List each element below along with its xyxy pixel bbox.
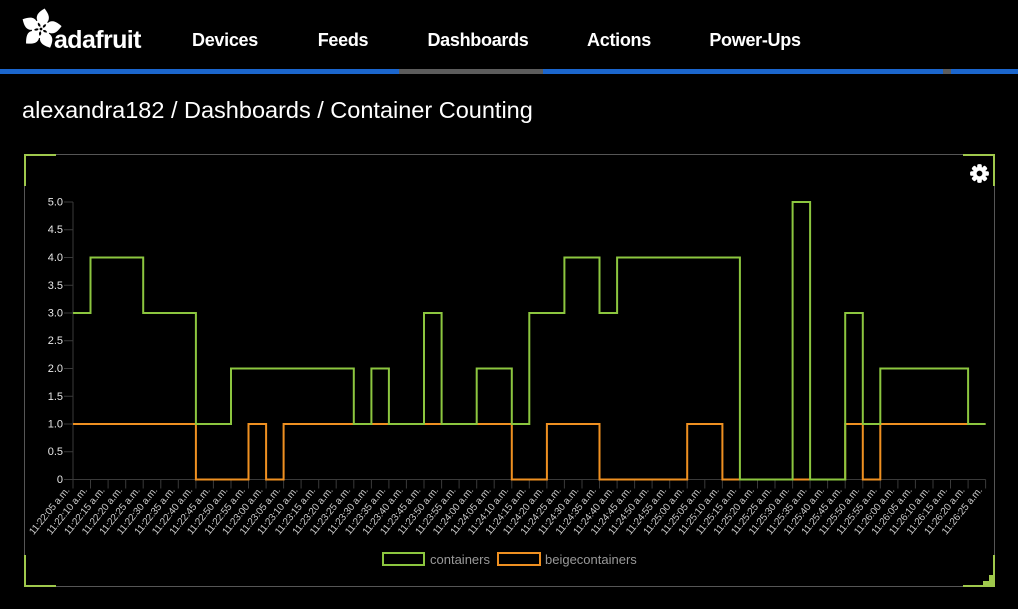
- svg-text:1.0: 1.0: [48, 419, 63, 431]
- svg-text:2.0: 2.0: [48, 363, 63, 375]
- svg-text:5.0: 5.0: [48, 197, 63, 209]
- svg-text:0.5: 0.5: [48, 446, 63, 458]
- svg-text:2.5: 2.5: [48, 335, 63, 347]
- svg-text:3.0: 3.0: [48, 308, 63, 320]
- svg-text:containers: containers: [430, 552, 490, 567]
- svg-text:beigecontainers: beigecontainers: [545, 552, 637, 567]
- svg-text:0: 0: [57, 474, 63, 486]
- svg-text:1.5: 1.5: [48, 391, 63, 403]
- svg-text:3.5: 3.5: [48, 280, 63, 292]
- svg-text:4.5: 4.5: [48, 224, 63, 236]
- svg-text:4.0: 4.0: [48, 252, 63, 264]
